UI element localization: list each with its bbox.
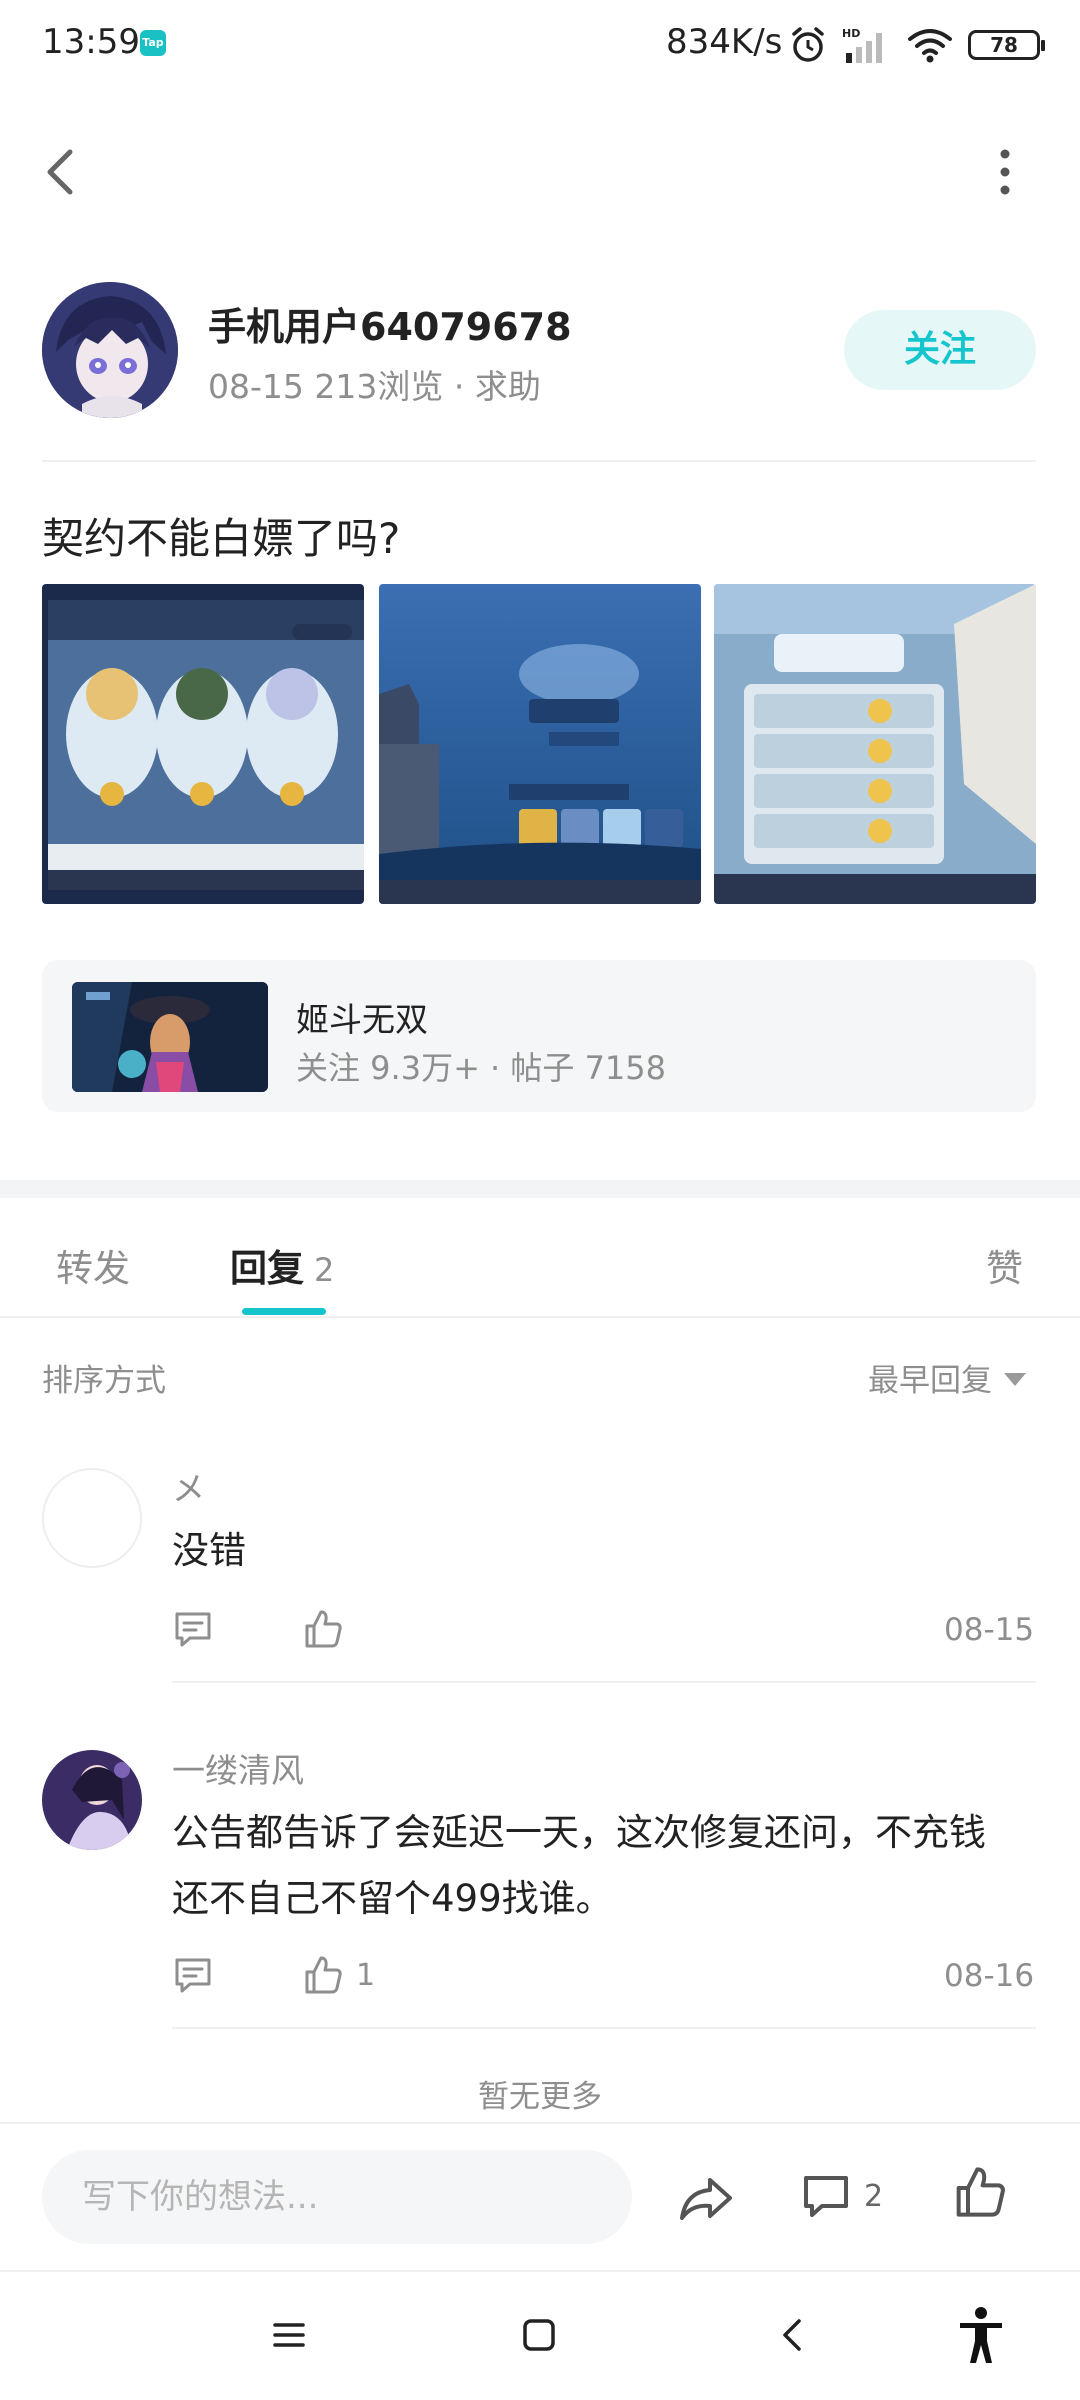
chevron-left-icon — [783, 2319, 801, 2351]
nav-menu-button[interactable] — [254, 2300, 324, 2370]
post-like-button[interactable] — [952, 2164, 1012, 2228]
game-stats: 关注 9.3万+ · 帖子 7158 — [296, 1049, 667, 1087]
divider — [42, 460, 1036, 462]
nav-back-button[interactable] — [758, 2300, 828, 2370]
post-image-1[interactable] — [42, 584, 364, 904]
back-button[interactable] — [36, 140, 86, 200]
more-vertical-icon — [1000, 149, 1010, 195]
status-time: 13:59 — [42, 22, 140, 62]
game-banner-image — [72, 982, 268, 1092]
nav-home-button[interactable] — [504, 2300, 574, 2370]
more-button[interactable] — [980, 140, 1030, 200]
comment-avatar[interactable] — [42, 1750, 142, 1850]
game-thumbnail — [72, 982, 268, 1092]
divider — [172, 2027, 1036, 2029]
tab-like[interactable]: 赞 — [986, 1238, 1023, 1292]
avatar-image — [42, 1750, 142, 1850]
signal-icon: HD — [842, 27, 882, 63]
game-name[interactable]: 姬斗无双 — [296, 993, 428, 1041]
reply-button[interactable] — [172, 1604, 214, 1654]
tab-reply-label: 回复 — [230, 1247, 304, 1290]
nav-accessibility-button[interactable] — [946, 2300, 1016, 2370]
author-avatar[interactable] — [42, 282, 178, 418]
home-square-icon — [523, 2319, 555, 2351]
tab-reply[interactable]: 回复 2 — [230, 1238, 334, 1292]
alarm-icon — [792, 27, 824, 62]
thumbs-up-icon — [305, 1956, 342, 1994]
tab-active-indicator — [242, 1308, 326, 1315]
comment-icon — [175, 1958, 211, 1993]
comment-icon — [804, 2176, 848, 2217]
comment-author[interactable]: 一缕清风 — [172, 1744, 304, 1792]
section-divider — [0, 1180, 1080, 1198]
reply-button[interactable] — [172, 1950, 214, 2000]
screenshot-thumbnail — [714, 584, 1036, 904]
comment-text: 公告都告诉了会延迟一天，这次修复还问，不充钱还不自己不留个499找谁。 — [172, 1811, 986, 1920]
like-button[interactable] — [302, 1604, 356, 1654]
follow-button[interactable]: 关注 — [844, 310, 1036, 390]
divider — [0, 1316, 1080, 1318]
chevron-left-icon — [47, 149, 73, 195]
post-title: 契约不能白嫖了吗? — [42, 514, 401, 563]
tab-reply-count: 2 — [314, 1251, 335, 1289]
avatar-image — [42, 282, 178, 418]
status-icons: HD 78 — [788, 20, 1045, 70]
comment-icon — [175, 1612, 211, 1647]
comments-button[interactable]: 2 — [800, 2164, 883, 2228]
wifi-icon — [908, 29, 952, 63]
comments-count: 2 — [864, 2178, 884, 2214]
post-image-3[interactable] — [714, 584, 1036, 904]
screenshot-thumbnail — [379, 584, 701, 904]
menu-icon — [273, 2323, 305, 2347]
sort-dropdown[interactable]: 最早回复 — [868, 1355, 1026, 1400]
post-image-2[interactable] — [379, 584, 701, 904]
comment-avatar[interactable] — [42, 1468, 142, 1568]
comment-text: 没错 — [172, 1529, 246, 1572]
battery-icon: 78 — [968, 30, 1045, 60]
author-name[interactable]: 手机用户64079678 — [208, 296, 572, 351]
net-speed: 834K/s — [666, 22, 783, 62]
svg-text:HD: HD — [842, 27, 860, 40]
sort-selected: 最早回复 — [868, 1363, 992, 1399]
like-count: 1 — [356, 1957, 376, 1993]
thumbs-up-icon — [956, 2167, 1005, 2217]
like-button[interactable]: 1 — [302, 1950, 375, 2000]
caret-down-icon — [1004, 1373, 1026, 1386]
comment-author[interactable]: メ — [172, 1462, 205, 1510]
share-icon — [680, 2178, 732, 2220]
comment-date: 08-15 — [944, 1612, 1035, 1648]
tab-repost[interactable]: 转发 — [56, 1238, 130, 1292]
no-more-text: 暂无更多 — [478, 2079, 602, 2115]
sort-label: 排序方式 — [42, 1363, 166, 1399]
tap-app-icon: Tap — [140, 30, 166, 56]
thumbs-up-icon — [305, 1610, 342, 1648]
divider — [172, 1681, 1036, 1683]
accessibility-icon — [960, 2307, 1002, 2363]
share-button[interactable] — [676, 2168, 736, 2228]
post-meta: 08-15 213浏览 · 求助 — [208, 367, 541, 406]
comment-date: 08-16 — [944, 1958, 1035, 1994]
screenshot-thumbnail — [42, 584, 364, 904]
comment-input[interactable]: 写下你的想法... — [42, 2150, 632, 2244]
